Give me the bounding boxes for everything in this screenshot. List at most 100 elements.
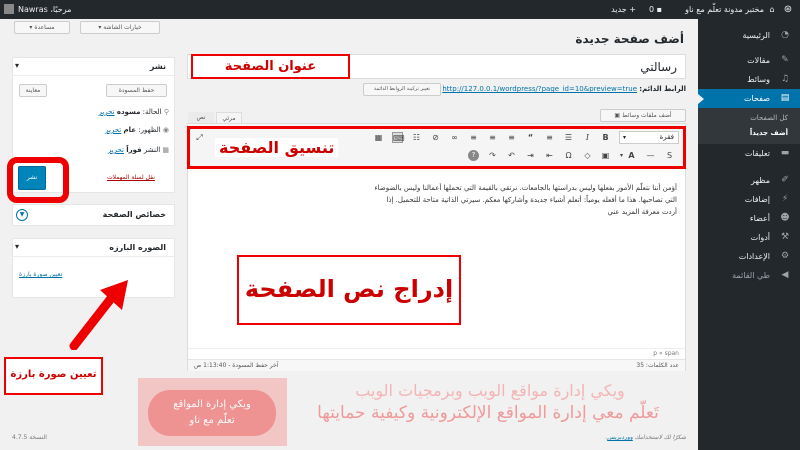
permalink-row: الرابط الدائم: http://127.0.0.1/wordpres… xyxy=(442,85,686,93)
menu-pages[interactable]: ▤ صفحات xyxy=(698,89,800,108)
status-row: ⚲ الحالة: مسوده تحرير xyxy=(98,108,169,116)
menu-collapse[interactable]: ◀ طي القائمة xyxy=(698,266,800,285)
collapse-arrow-icon[interactable]: ▾ xyxy=(15,242,19,251)
menu-media[interactable]: ♫ وسائط xyxy=(698,70,800,89)
preview-button[interactable]: معاينة xyxy=(19,84,47,97)
annotation-content-label: إدراج نص الصفحة xyxy=(244,275,454,303)
tab-visual[interactable]: مرئي xyxy=(216,112,242,123)
home-icon: ⌂ xyxy=(769,5,775,14)
menu-label: وسائط xyxy=(747,75,770,84)
annotation-title-box: عنوان الصفحة xyxy=(191,54,350,79)
element-path: p « span xyxy=(653,350,679,357)
watermark-badge-line: ويكي إدارة المواقع xyxy=(173,399,251,410)
status-value: مسوده xyxy=(116,108,141,116)
menu-users[interactable]: ☻ أعضاء xyxy=(698,209,800,228)
submenu-add-new[interactable]: أضف جديداً xyxy=(698,126,800,141)
calendar-icon: ▦ xyxy=(162,146,169,154)
add-media-button[interactable]: ▣ أضف ملفات وسائط xyxy=(600,109,686,122)
menu-label: مظهر xyxy=(751,176,770,185)
comments-count: 0 xyxy=(648,5,655,14)
post-title-value: رسالتي xyxy=(640,60,677,74)
featured-image-title: الصوره البارزه xyxy=(13,239,174,257)
version-text: النسخة 4.7.5 xyxy=(12,434,47,441)
status-label: الحالة: xyxy=(142,108,162,116)
edit-visibility-link[interactable]: تحرير xyxy=(105,126,121,134)
annotation-content-box: إدراج نص الصفحة xyxy=(237,255,461,325)
pages-icon: ▤ xyxy=(780,93,790,103)
menu-label: الإعدادات xyxy=(738,252,770,261)
new-content-link[interactable]: + جديد xyxy=(611,0,636,19)
menu-label: صفحات xyxy=(744,94,770,103)
editor-content[interactable]: أؤمن أننا نتعلّم الأمور بفعلها وليس بدرا… xyxy=(196,182,677,218)
visibility-label: الظهور: xyxy=(138,126,161,134)
collapse-icon: ◀ xyxy=(781,270,789,280)
watermark-line-2: تَعلّم معي إدارة المواقع الإلكترونية وكي… xyxy=(317,403,659,423)
collapse-arrow-icon[interactable]: ▾ xyxy=(15,61,19,70)
menu-label: طي القائمة xyxy=(732,271,770,280)
eye-icon: ◉ xyxy=(162,126,169,134)
publish-button[interactable]: نشر xyxy=(18,166,46,190)
watermark-badge-text: ويكي إدارة المواقع تعلّم مع ناو xyxy=(148,390,276,436)
word-count: عدد الكلمات: 35 xyxy=(636,362,679,369)
footer-thanks-text: شكرًا لك لاستخدامك xyxy=(634,434,686,441)
menu-appearance[interactable]: ✐ مظهر xyxy=(698,171,800,190)
editor-path-bar: p « span xyxy=(188,348,685,359)
watermark-badge: ويكي إدارة المواقع تعلّم مع ناو xyxy=(138,378,287,446)
edit-status-link[interactable]: تحرير xyxy=(98,108,114,116)
menu-settings[interactable]: ⚙ الإعدادات xyxy=(698,247,800,266)
menu-label: أدوات xyxy=(750,233,770,242)
annotation-title-label: عنوان الصفحة xyxy=(224,59,317,74)
comments-icon[interactable]: ▪ 0 xyxy=(649,0,662,19)
publish-box-title: نشر xyxy=(13,58,174,76)
menu-posts[interactable]: ✎ مقالات xyxy=(698,51,800,70)
footer-thanks: شكرًا لك لاستخدامك ووردبريس. xyxy=(605,434,686,441)
pin-icon: ✎ xyxy=(781,55,789,65)
set-featured-image-link[interactable]: تعيين صورة بارزة xyxy=(19,271,62,278)
tools-icon: ⚒ xyxy=(780,232,790,242)
menu-dashboard[interactable]: ◔ الرئيسية xyxy=(698,26,800,45)
menu-tools[interactable]: ⚒ أدوات xyxy=(698,228,800,247)
toggle-arrow-icon[interactable]: ▼ xyxy=(16,209,28,221)
watermark-badge-line: تعلّم مع ناو xyxy=(189,415,235,426)
move-to-trash-link[interactable]: نقل لسلة المهملات xyxy=(107,174,155,181)
content-line: التي تصاحبها. هذا ما أفعله يومياً: أتعلم… xyxy=(386,196,677,204)
page-attributes-box[interactable]: خصائص الصفحة ▼ xyxy=(12,204,175,226)
editor-status-bar: عدد الكلمات: 35 آخر حفظ المسودة - 1:13:4… xyxy=(188,359,685,371)
submenu-all-pages[interactable]: كل الصفحات xyxy=(698,111,800,126)
edit-schedule-link[interactable]: تحرير xyxy=(108,146,124,154)
site-name-link[interactable]: مختبر مدونة تعلّم مع ناو xyxy=(685,0,764,19)
menu-label: إضافات xyxy=(744,195,770,204)
annotation-arrow-icon xyxy=(69,280,128,350)
screen-options-button[interactable]: ▾ خيارات الشاشة xyxy=(80,21,160,34)
account-greeting[interactable]: مرحبًا، Nawras xyxy=(18,0,71,19)
menu-label: مقالات xyxy=(747,56,770,65)
new-label: جديد xyxy=(611,5,627,14)
avatar[interactable] xyxy=(4,4,14,14)
plugins-icon: ⚡ xyxy=(781,194,789,204)
media-icon: ♫ xyxy=(780,74,790,84)
visibility-row: ◉ الظهور: عام تحرير xyxy=(105,126,169,134)
wordpress-logo-icon[interactable]: ⊛ xyxy=(782,0,794,19)
users-icon: ☻ xyxy=(780,213,790,223)
annotation-featured-box: تعيين صورة بارزة xyxy=(4,357,103,395)
content-line: أردت معرفة المزيد عني xyxy=(607,208,677,216)
appearance-icon: ✐ xyxy=(781,175,789,185)
save-draft-button[interactable]: حفظ المسودة xyxy=(106,84,167,97)
menu-comments[interactable]: ▬ تعليقات xyxy=(698,144,800,163)
tab-text[interactable]: نص xyxy=(188,112,214,123)
wordpress-link[interactable]: ووردبريس xyxy=(607,434,633,441)
visibility-value: عام xyxy=(123,126,137,134)
page-title: أضف صفحة جديدة xyxy=(575,32,684,46)
status-pin-icon: ⚲ xyxy=(163,108,169,116)
menu-label: أعضاء xyxy=(749,214,770,223)
permalink-label: الرابط الدائم: xyxy=(639,85,686,93)
schedule-value: فوراً xyxy=(126,146,142,154)
menu-plugins[interactable]: ⚡ إضافات xyxy=(698,190,800,209)
menu-label: الرئيسية xyxy=(742,31,770,40)
permalink-url[interactable]: http://127.0.0.1/wordpress/?page_id=10&p… xyxy=(442,85,637,93)
menu-label: تعليقات xyxy=(744,149,770,158)
help-button[interactable]: ▾ مساعدة xyxy=(14,21,70,34)
annotation-format-label: تنسيق الصفحة xyxy=(215,138,339,157)
help-label: مساعدة xyxy=(34,24,55,31)
change-permalinks-button[interactable]: تغيير تركيبة الروابط الدائمة xyxy=(363,83,441,96)
